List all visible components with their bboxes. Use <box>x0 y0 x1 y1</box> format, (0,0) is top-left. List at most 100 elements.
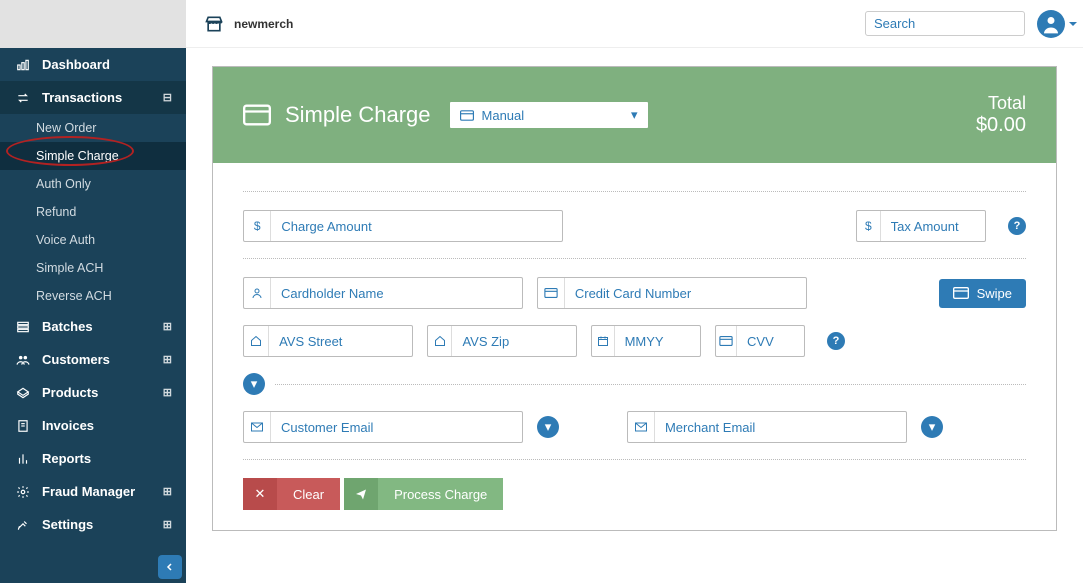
sidebar-label: Transactions <box>42 90 122 105</box>
sidebar-sub-label: Simple Charge <box>36 149 119 163</box>
sidebar-label: Invoices <box>42 418 94 433</box>
sidebar-item-batches[interactable]: Batches ⊞ <box>0 310 186 343</box>
clear-label: Clear <box>277 478 340 510</box>
search-box[interactable] <box>865 11 1025 36</box>
expand-icon: ⊞ <box>163 386 172 399</box>
avs-street-input[interactable] <box>269 328 412 355</box>
cvv-input[interactable] <box>737 328 804 355</box>
reports-icon <box>14 452 32 466</box>
sidebar-sub-simple-ach[interactable]: Simple ACH <box>0 254 186 282</box>
expand-icon: ⊞ <box>163 353 172 366</box>
swipe-label: Swipe <box>977 286 1012 301</box>
process-charge-button[interactable]: Process Charge <box>344 478 503 510</box>
brand: newmerch <box>204 14 293 34</box>
card-number-field[interactable] <box>537 277 807 309</box>
panel-header: Simple Charge Manual ▾ Total $0.00 <box>213 67 1056 163</box>
sidebar-label: Settings <box>42 517 93 532</box>
customer-email-input[interactable] <box>271 414 522 441</box>
home-icon <box>428 326 452 356</box>
sidebar-sub-auth-only[interactable]: Auth Only <box>0 170 186 198</box>
sidebar-sub-reverse-ach[interactable]: Reverse ACH <box>0 282 186 310</box>
sidebar-collapse-button[interactable] <box>158 555 182 579</box>
cardholder-input[interactable] <box>271 280 522 307</box>
expand-toggle[interactable]: ▾ <box>243 373 265 395</box>
cvv-field[interactable] <box>715 325 805 357</box>
total-display: Total $0.00 <box>976 93 1026 137</box>
process-label: Process Charge <box>378 478 503 510</box>
card-small-icon <box>460 110 474 121</box>
sidebar-sub-voice-auth[interactable]: Voice Auth <box>0 226 186 254</box>
sidebar-item-fraud[interactable]: Fraud Manager ⊞ <box>0 475 186 508</box>
search-input[interactable] <box>874 16 1050 31</box>
sidebar-item-reports[interactable]: Reports <box>0 442 186 475</box>
content: Simple Charge Manual ▾ Total $0.00 <box>186 48 1083 583</box>
avs-street-field[interactable] <box>243 325 413 357</box>
send-icon <box>344 478 378 510</box>
tax-help-icon[interactable]: ? <box>1008 217 1026 235</box>
sidebar-label: Reports <box>42 451 91 466</box>
tax-amount-field[interactable]: $ <box>856 210 986 242</box>
divider <box>243 459 1026 460</box>
swipe-icon <box>953 287 969 299</box>
avs-zip-field[interactable] <box>427 325 577 357</box>
card-icon <box>716 326 737 356</box>
sidebar-label: Customers <box>42 352 110 367</box>
settings-icon <box>14 518 32 532</box>
sidebar-label: Dashboard <box>42 57 110 72</box>
sidebar-sub-refund[interactable]: Refund <box>0 198 186 226</box>
swipe-button[interactable]: Swipe <box>939 279 1026 308</box>
sidebar-item-customers[interactable]: Customers ⊞ <box>0 343 186 376</box>
sidebar-sub-simple-charge[interactable]: Simple Charge <box>0 142 186 170</box>
transactions-icon <box>14 91 32 105</box>
divider <box>243 191 1026 192</box>
store-icon <box>204 14 224 34</box>
merchant-email-toggle[interactable]: ▾ <box>921 416 943 438</box>
charge-amount-field[interactable]: $ <box>243 210 563 242</box>
mmyy-field[interactable] <box>591 325 701 357</box>
dollar-icon: $ <box>857 211 881 241</box>
main: newmerch Simpl <box>186 0 1083 583</box>
customer-email-field[interactable] <box>243 411 523 443</box>
brand-name: newmerch <box>234 17 293 31</box>
divider <box>243 258 1026 259</box>
mmyy-input[interactable] <box>615 328 700 355</box>
sidebar-logo-area <box>0 0 186 48</box>
merchant-email-field[interactable] <box>627 411 907 443</box>
total-value: $0.00 <box>976 114 1026 137</box>
sidebar-item-transactions[interactable]: Transactions ⊟ <box>0 81 186 114</box>
dashboard-icon <box>14 58 32 72</box>
panel-body: $ $ ? <box>213 163 1056 530</box>
simple-charge-panel: Simple Charge Manual ▾ Total $0.00 <box>212 66 1057 531</box>
invoices-icon <box>14 419 32 433</box>
merchant-email-input[interactable] <box>655 414 906 441</box>
clear-button[interactable]: ✕ Clear <box>243 478 340 510</box>
collapse-icon: ⊟ <box>163 91 172 104</box>
total-label: Total <box>976 93 1026 114</box>
charge-amount-input[interactable] <box>271 213 562 240</box>
mode-label: Manual <box>482 108 525 123</box>
tax-amount-input[interactable] <box>881 213 985 240</box>
sidebar-item-settings[interactable]: Settings ⊞ <box>0 508 186 541</box>
cvv-help-icon[interactable]: ? <box>827 332 845 350</box>
card-icon <box>243 104 271 126</box>
card-number-input[interactable] <box>565 280 806 307</box>
cardholder-field[interactable] <box>243 277 523 309</box>
expand-icon: ⊞ <box>163 485 172 498</box>
sidebar-item-invoices[interactable]: Invoices <box>0 409 186 442</box>
person-icon <box>244 278 271 308</box>
sidebar-sub-new-order[interactable]: New Order <box>0 114 186 142</box>
sidebar: Dashboard Transactions ⊟ New Order Simpl… <box>0 0 186 583</box>
sidebar-item-dashboard[interactable]: Dashboard <box>0 48 186 81</box>
sidebar-label: Fraud Manager <box>42 484 135 499</box>
mail-icon <box>628 412 655 442</box>
products-icon <box>14 386 32 400</box>
customers-icon <box>14 353 32 367</box>
customer-email-toggle[interactable]: ▾ <box>537 416 559 438</box>
expand-icon: ⊞ <box>163 518 172 531</box>
entry-mode-select[interactable]: Manual ▾ <box>449 101 649 129</box>
sidebar-item-products[interactable]: Products ⊞ <box>0 376 186 409</box>
home-icon <box>244 326 269 356</box>
calendar-icon <box>592 326 615 356</box>
avs-zip-input[interactable] <box>452 328 576 355</box>
user-menu-button[interactable] <box>1037 10 1065 38</box>
